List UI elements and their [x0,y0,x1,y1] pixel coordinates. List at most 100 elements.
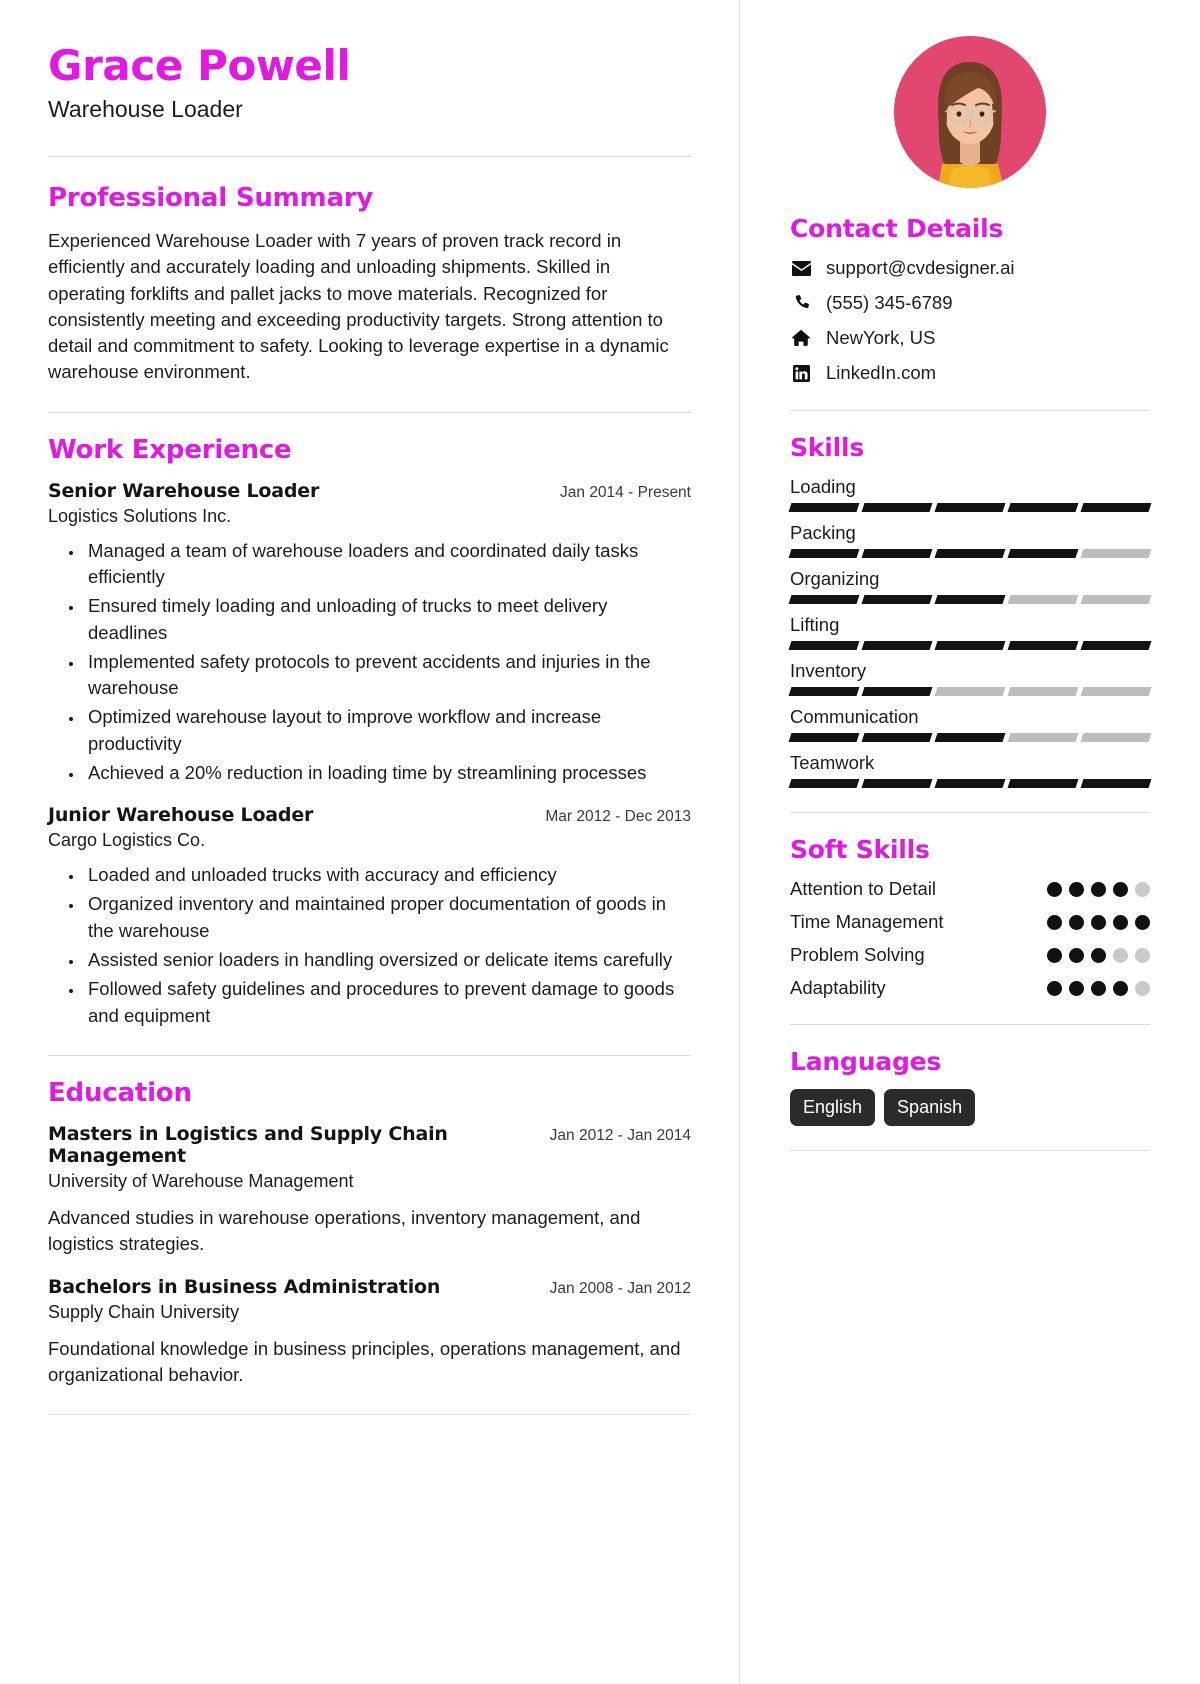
contact-value: (555) 345-6789 [826,291,953,313]
experience-bullet: Loaded and unloaded trucks with accuracy… [84,862,691,888]
section-heading-summary: Professional Summary [48,182,374,213]
soft-skills-list: Attention to Detail Time Management Proble… [790,877,1150,1000]
skill-level-bar [788,595,1152,605]
soft-skill-rating [1047,980,1150,996]
section-heading-education: Education [48,1077,192,1108]
skill-bar-segment [934,641,1006,651]
skill-bar-segment [1007,595,1079,605]
section-contact-details: Contact Details support@cvdesigner.ai (55… [790,214,1150,386]
experience-bullet-list: Loaded and unloaded trucks with accuracy… [48,862,691,1029]
rating-dot [1135,980,1150,996]
skill-bar-segment [861,641,933,651]
rating-dot [1135,914,1150,930]
rating-dot [1069,914,1084,930]
contact-value: LinkedIn.com [826,361,937,383]
summary-text: Experienced Warehouse Loader with 7 year… [48,230,669,383]
skill-row: Organizing [788,567,1152,605]
skill-name: Lifting [790,614,840,636]
experience-entry-header: Junior Warehouse Loader Mar 2012 - Dec 20… [48,804,691,826]
experience-organization: Logistics Solutions Inc. [48,505,232,526]
skill-row: Loading [788,475,1152,512]
experience-bullet: Optimized warehouse layout to improve wo… [84,704,691,757]
education-description: Advanced studies in warehouse operations… [48,1207,641,1255]
rating-dot [1069,881,1084,897]
linkedin-icon [790,364,812,382]
skill-row: Lifting [788,613,1152,651]
skill-bar-segment [861,595,933,605]
soft-skill-name: Time Management [790,911,944,933]
rating-dot [1047,881,1062,897]
job-title: Warehouse Loader [48,95,243,122]
experience-role: Junior Warehouse Loader [48,804,314,827]
skills-list: Loading Packing Organizing Lifting Inventory… [788,475,1152,789]
rating-dot [1113,980,1128,996]
rating-dot [1047,914,1062,930]
soft-skill-name: Problem Solving [790,944,925,966]
section-heading-languages: Languages [790,1047,942,1077]
skill-level-bar [788,733,1152,743]
skill-bar-segment [1080,502,1152,512]
rating-dot [1113,947,1128,963]
experience-bullet: Followed safety guidelines and procedure… [84,976,691,1029]
section-heading-experience: Work Experience [48,434,292,465]
contact-item[interactable]: LinkedIn.com [790,361,1150,386]
experience-bullet: Managed a team of warehouse loaders and … [84,538,691,591]
skill-bar-segment [1007,779,1079,789]
contact-item[interactable]: NewYork, US [790,326,1150,351]
skill-bar-segment [934,779,1006,789]
skill-row: Inventory [788,659,1152,697]
skill-bar-segment [1007,502,1079,512]
section-work-experience: Work Experience Senior Warehouse Loader J… [48,435,691,1029]
skill-bar-segment [934,502,1006,512]
experience-date: Jan 2014 - Present [560,483,691,501]
divider [48,1414,691,1416]
experience-entry: Junior Warehouse Loader Mar 2012 - Dec 20… [48,804,691,1029]
section-skills: Skills Loading Packing Organizing Lifting In… [788,433,1152,789]
skill-bar-segment [1080,595,1152,605]
skill-bar-segment [1080,548,1152,558]
language-chip: Spanish [884,1089,976,1127]
rating-dot [1069,980,1084,996]
rating-dot [1135,947,1150,963]
skill-level-bar [788,548,1152,558]
skill-bar-segment [788,779,860,789]
skill-bar-segment [861,733,933,743]
soft-skill-name: Attention to Detail [790,878,937,900]
section-education: Education Masters in Logistics and Suppl… [48,1078,691,1388]
contact-value: support@cvdesigner.ai [826,257,1015,278]
main-column: Grace Powell Warehouse Loader Profession… [0,0,740,1684]
experience-bullet: Ensured timely loading and unloading of … [84,593,691,646]
soft-skill-rating [1047,914,1150,930]
skill-level-bar [788,641,1152,651]
skill-name: Organizing [790,567,880,589]
education-description: Foundational knowledge in business princ… [48,1337,681,1385]
divider [48,1054,691,1056]
skill-bar-segment [788,595,860,605]
rating-dot [1047,947,1062,963]
rating-dot [1091,881,1106,897]
education-list: Masters in Logistics and Supply Chain Ma… [48,1123,691,1388]
rating-dot [1113,914,1128,930]
soft-skill-rating [1047,947,1150,963]
contact-item[interactable]: support@cvdesigner.ai [790,256,1150,281]
contact-value: NewYork, US [826,326,936,348]
section-languages: Languages English Spanish [790,1047,1150,1127]
rating-dot [1069,947,1084,963]
skill-bar-segment [934,733,1006,743]
soft-skill-rating [1047,881,1150,897]
divider [48,411,691,413]
education-degree: Bachelors in Business Administration [48,1275,441,1298]
phone-icon [790,295,812,312]
soft-skill-row: Attention to Detail [790,877,1150,901]
experience-entry-header: Senior Warehouse Loader Jan 2014 - Presen… [48,480,691,502]
contact-item[interactable]: (555) 345-6789 [790,291,1150,316]
page-title: Grace Powell [48,41,351,90]
languages-list: English Spanish [790,1089,1150,1127]
experience-list: Senior Warehouse Loader Jan 2014 - Presen… [48,480,691,1029]
resume-page: Grace Powell Warehouse Loader Profession… [0,0,1200,1684]
divider [790,409,1150,411]
skill-bar-segment [788,641,860,651]
section-soft-skills: Soft Skills Attention to Detail Time Mana… [790,835,1150,1000]
education-date: Jan 2012 - Jan 2014 [549,1127,691,1144]
experience-bullet: Assisted senior loaders in handling over… [84,947,691,973]
